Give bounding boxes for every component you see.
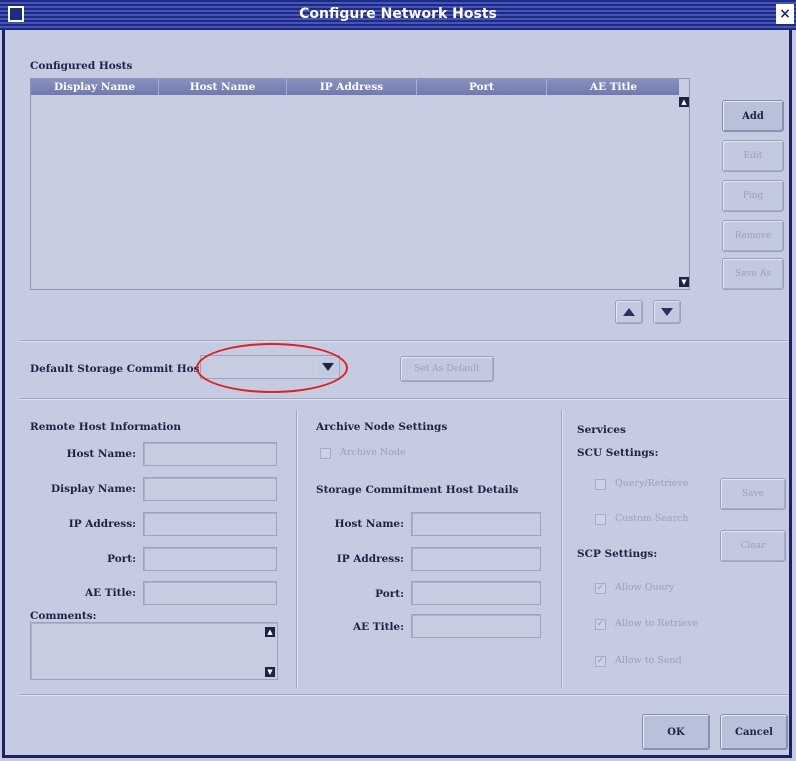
- separator: [20, 398, 788, 400]
- separator: [20, 694, 788, 696]
- set-as-default-button[interactable]: Set As Default: [400, 356, 494, 382]
- allow-send-label: Allow to Send: [615, 655, 682, 666]
- scroll-up-icon[interactable]: ▲: [679, 97, 689, 107]
- query-retrieve-checkbox[interactable]: [595, 479, 606, 490]
- arrow-up-icon: [623, 308, 635, 316]
- column-separator: [296, 410, 298, 688]
- archive-node-checkbox[interactable]: [320, 448, 331, 459]
- port-label: Port:: [107, 553, 136, 565]
- column-header-host-name[interactable]: Host Name: [159, 79, 287, 95]
- hosts-table[interactable]: Display Name Host Name IP Address Port A…: [30, 78, 690, 290]
- comments-scrollbar[interactable]: ▲ ▼: [265, 625, 275, 677]
- ping-button[interactable]: Ping: [722, 180, 784, 212]
- hosts-table-scrollbar[interactable]: ▲ ▼: [679, 79, 689, 289]
- sc-ae-title-field[interactable]: [411, 614, 541, 638]
- configured-hosts-label: Configured Hosts: [30, 60, 133, 72]
- sc-port-field[interactable]: [411, 581, 541, 605]
- comments-label: Comments:: [30, 610, 97, 622]
- window-title: Configure Network Hosts: [299, 6, 497, 22]
- move-down-button[interactable]: [653, 300, 681, 324]
- scp-settings-label: SCP Settings:: [577, 548, 658, 560]
- highlight-ring: [196, 343, 348, 393]
- comments-textarea[interactable]: ▲ ▼: [30, 622, 278, 680]
- sc-port-label: Port:: [375, 588, 404, 600]
- port-field[interactable]: [143, 547, 277, 571]
- column-header-ae-title[interactable]: AE Title: [547, 79, 681, 95]
- allow-send-checkbox[interactable]: ✓: [595, 656, 606, 667]
- edit-button[interactable]: Edit: [722, 140, 784, 172]
- column-header-display-name[interactable]: Display Name: [31, 79, 159, 95]
- allow-query-label: Allow Query: [615, 582, 675, 593]
- scroll-up-icon[interactable]: ▲: [265, 627, 275, 637]
- custom-search-label: Custom Search: [615, 513, 689, 524]
- default-storage-commit-host-label: Default Storage Commit Host: [30, 363, 205, 375]
- column-header-ip-address[interactable]: IP Address: [287, 79, 417, 95]
- services-label: Services: [577, 424, 626, 436]
- custom-search-checkbox[interactable]: [595, 514, 606, 525]
- hosts-table-header: Display Name Host Name IP Address Port A…: [31, 79, 681, 95]
- sc-host-name-label: Host Name:: [334, 518, 404, 530]
- scu-settings-label: SCU Settings:: [577, 447, 659, 459]
- title-bar[interactable]: Configure Network Hosts ×: [0, 0, 796, 30]
- host-name-label: Host Name:: [66, 448, 136, 460]
- archive-node-label: Archive Node: [340, 447, 406, 458]
- allow-retrieve-label: Allow to Retrieve: [615, 618, 699, 629]
- column-separator: [561, 410, 563, 688]
- display-name-label: Display Name:: [51, 483, 136, 495]
- ok-button[interactable]: OK: [642, 714, 710, 750]
- cancel-button[interactable]: Cancel: [720, 714, 788, 750]
- sc-ae-title-label: AE Title:: [352, 621, 404, 633]
- save-as-button[interactable]: Save As: [722, 258, 784, 290]
- scroll-down-icon[interactable]: ▼: [679, 277, 689, 287]
- remote-host-info-label: Remote Host Information: [30, 421, 182, 433]
- move-up-button[interactable]: [615, 300, 643, 324]
- host-name-field[interactable]: [143, 442, 277, 466]
- arrow-down-icon: [661, 308, 673, 316]
- column-header-port[interactable]: Port: [417, 79, 547, 95]
- sc-ip-address-label: IP Address:: [336, 553, 404, 565]
- clear-button[interactable]: Clear: [720, 530, 786, 562]
- storage-commitment-host-details-label: Storage Commitment Host Details: [316, 484, 519, 496]
- save-button[interactable]: Save: [720, 478, 786, 510]
- close-icon[interactable]: ×: [776, 4, 794, 24]
- sc-host-name-field[interactable]: [411, 512, 541, 536]
- separator: [20, 340, 788, 342]
- query-retrieve-label: Query/Retrieve: [615, 478, 689, 489]
- scroll-down-icon[interactable]: ▼: [265, 667, 275, 677]
- sc-ip-address-field[interactable]: [411, 547, 541, 571]
- archive-node-settings-label: Archive Node Settings: [316, 421, 448, 433]
- ip-address-field[interactable]: [143, 512, 277, 536]
- ae-title-field[interactable]: [143, 581, 277, 605]
- ae-title-label: AE Title:: [84, 587, 136, 599]
- allow-query-checkbox[interactable]: ✓: [595, 583, 606, 594]
- display-name-field[interactable]: [143, 477, 277, 501]
- allow-retrieve-checkbox[interactable]: ✓: [595, 619, 606, 630]
- ip-address-label: IP Address:: [68, 518, 136, 530]
- add-button[interactable]: Add: [722, 100, 784, 132]
- remove-button[interactable]: Remove: [722, 220, 784, 252]
